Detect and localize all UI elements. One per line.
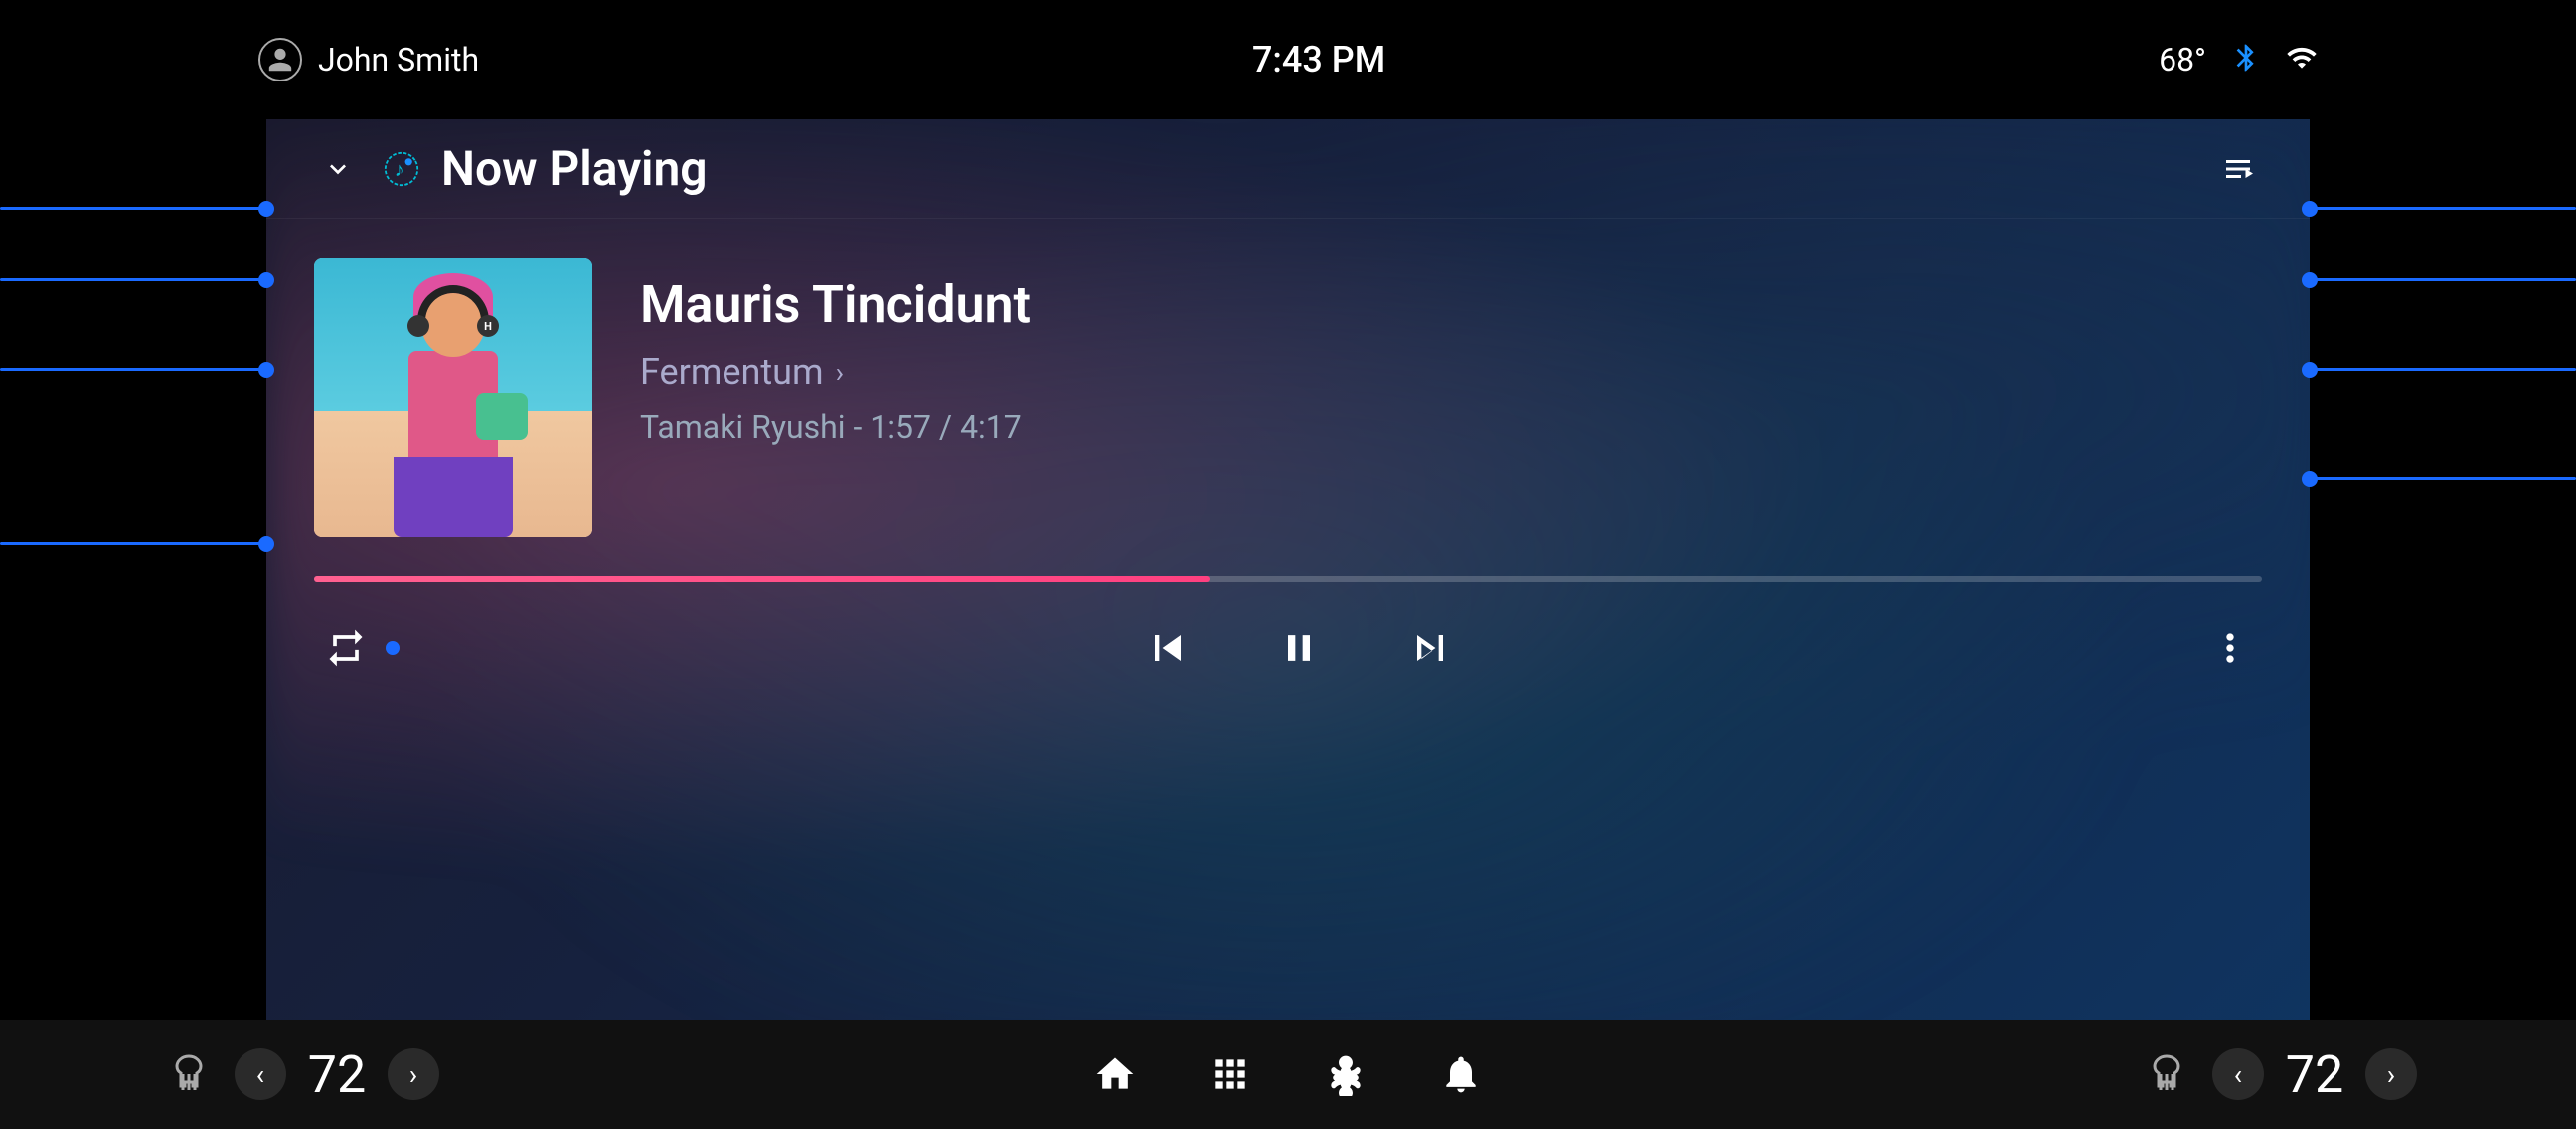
figure-head: H: [421, 293, 485, 357]
status-time: 7:43 PM: [1252, 39, 1385, 81]
signal-icon: [2286, 42, 2318, 78]
status-temperature: 68°: [2159, 41, 2206, 79]
bottom-bar: ‹ 72 › ‹ 72: [0, 1020, 2576, 1129]
bottom-nav: [1085, 1045, 1491, 1104]
deco-line-r2: [2310, 278, 2576, 281]
notifications-button[interactable]: [1431, 1045, 1491, 1104]
track-info: Mauris Tincidunt Fermentum › Tamaki Ryus…: [640, 258, 2262, 446]
track-title: Mauris Tincidunt: [640, 274, 2262, 335]
control-center: [1132, 612, 1466, 684]
next-button[interactable]: [1394, 612, 1466, 684]
control-left: [314, 616, 400, 680]
right-temp-value: 72: [2280, 1045, 2349, 1105]
progress-track[interactable]: [314, 576, 2262, 582]
figure-skirt: [394, 457, 513, 537]
left-temp-decrease[interactable]: ‹: [235, 1048, 286, 1100]
queue-icon[interactable]: [2214, 145, 2262, 193]
deco-line-4: [0, 542, 266, 545]
figure-bag: [476, 393, 528, 440]
apps-button[interactable]: [1201, 1045, 1260, 1104]
chevron-down-button[interactable]: [314, 145, 362, 193]
status-bar: John Smith 7:43 PM 68°: [0, 0, 2576, 119]
right-temp-decrease[interactable]: ‹: [2212, 1048, 2264, 1100]
main-player-card: ♪ Now Playing: [266, 119, 2310, 1030]
player-header: ♪ Now Playing: [266, 119, 2310, 219]
pause-button[interactable]: [1263, 612, 1335, 684]
left-temp-value: 72: [302, 1045, 372, 1105]
status-right: 68°: [2159, 41, 2318, 79]
album-art: H: [314, 258, 592, 537]
deco-line-3: [0, 368, 266, 371]
controls-area: [266, 592, 2310, 708]
player-content: H Mauris Tincidunt Fermentum ›: [266, 219, 2310, 557]
deco-line-1: [0, 207, 266, 210]
deco-line-r4: [2310, 477, 2576, 480]
music-note-icon: ♪: [378, 145, 425, 193]
left-vent-icon: [159, 1045, 219, 1104]
track-album-chevron: ›: [836, 356, 844, 389]
deco-line-r3: [2310, 368, 2576, 371]
headphone-right: H: [477, 315, 499, 337]
previous-button[interactable]: [1132, 612, 1204, 684]
right-temp-control: ‹ 72 ›: [2137, 1045, 2417, 1105]
bluetooth-icon: [2230, 42, 2262, 78]
deco-line-2: [0, 278, 266, 281]
user-icon: [258, 38, 302, 81]
progress-fill: [314, 576, 1210, 582]
album-art-inner: H: [314, 258, 592, 537]
now-playing-title: Now Playing: [441, 140, 2214, 197]
repeat-active-dot: [386, 641, 400, 655]
right-temp-increase[interactable]: ›: [2365, 1048, 2417, 1100]
status-left: John Smith: [258, 38, 479, 81]
svg-text:♪: ♪: [395, 158, 404, 181]
album-figure: H: [369, 273, 538, 537]
left-temp-control: ‹ 72 ›: [159, 1045, 439, 1105]
status-username: John Smith: [318, 41, 479, 79]
progress-area: [266, 557, 2310, 592]
headphone-left: [407, 315, 429, 337]
track-artist-time: Tamaki Ryushi - 1:57 / 4:17: [640, 408, 2262, 446]
deco-line-r1: [2310, 207, 2576, 210]
left-temp-increase[interactable]: ›: [388, 1048, 439, 1100]
more-options-button[interactable]: [2198, 616, 2262, 680]
home-button[interactable]: [1085, 1045, 1145, 1104]
right-vent-icon: [2137, 1045, 2196, 1104]
track-album[interactable]: Fermentum ›: [640, 351, 2262, 393]
track-album-name: Fermentum: [640, 351, 824, 393]
fan-button[interactable]: [1316, 1045, 1375, 1104]
repeat-button[interactable]: [314, 616, 378, 680]
